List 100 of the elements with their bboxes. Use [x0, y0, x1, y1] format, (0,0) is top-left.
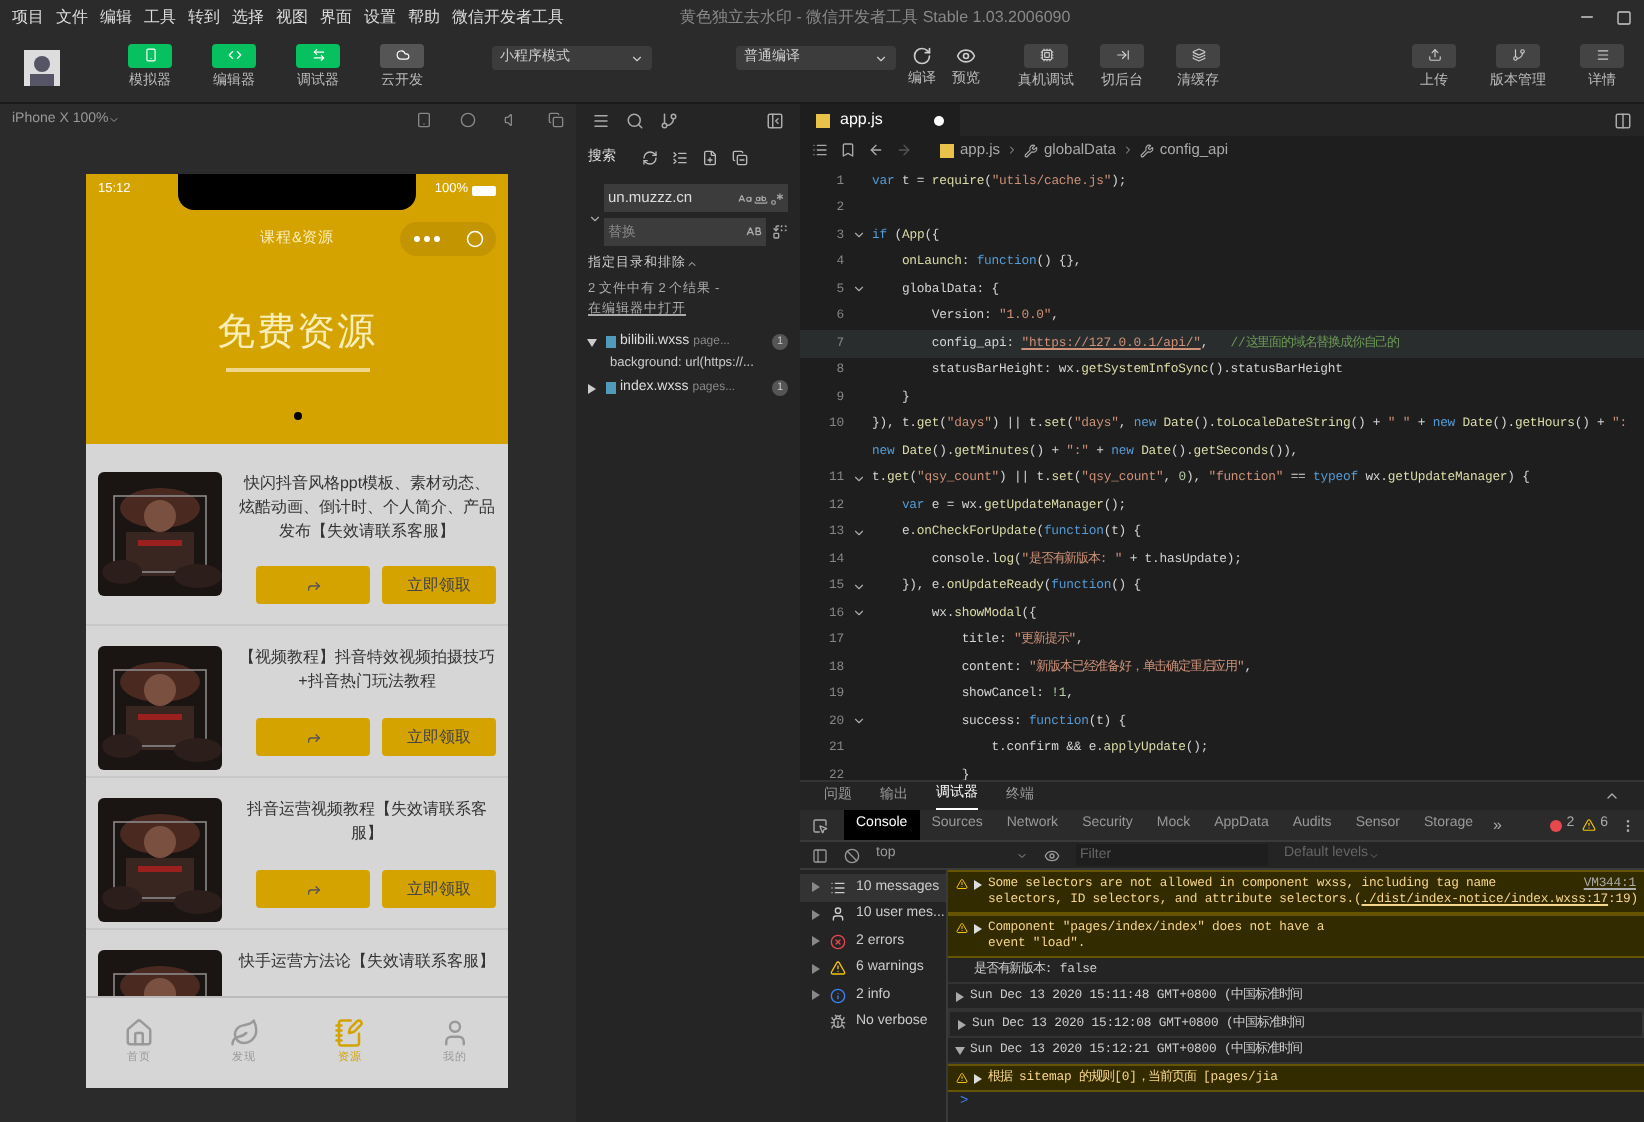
- bookmark-icon[interactable]: [840, 142, 856, 158]
- banner-title: 免费资源: [217, 310, 377, 358]
- outline-icon[interactable]: [812, 142, 828, 158]
- inspect-icon[interactable]: [812, 817, 828, 833]
- view-toggle[interactable]: [212, 43, 256, 68]
- caret-icon[interactable]: [686, 257, 698, 270]
- fold-icon[interactable]: [851, 606, 865, 621]
- refresh-icon[interactable]: [912, 45, 932, 66]
- expand-icon[interactable]: [956, 991, 964, 1001]
- editor-tab[interactable]: app.js: [800, 104, 960, 136]
- menu-icon: [1595, 48, 1609, 63]
- menu-item[interactable]: 工具: [144, 5, 176, 29]
- separator-icon: [1006, 144, 1019, 156]
- branch-icon[interactable]: [660, 111, 678, 129]
- expand-icon[interactable]: [974, 1073, 982, 1083]
- upload-icon: [1427, 48, 1441, 63]
- avatar-icon[interactable]: [24, 50, 60, 86]
- phone-icon: [143, 48, 157, 63]
- cloud-icon: [395, 48, 409, 63]
- share-icon: [305, 577, 321, 593]
- fold-icon[interactable]: [851, 471, 865, 486]
- view-toggle[interactable]: [296, 43, 340, 68]
- match-case-icon[interactable]: [738, 191, 752, 205]
- warning-icon: [956, 1072, 968, 1084]
- tool-button[interactable]: [1176, 43, 1220, 68]
- clear-icon[interactable]: [672, 150, 688, 166]
- claim-button[interactable]: 立即领取: [382, 566, 496, 604]
- collapse-all-icon[interactable]: [732, 150, 748, 166]
- tool-button[interactable]: [1496, 43, 1540, 68]
- record-icon[interactable]: [460, 112, 476, 128]
- back-icon[interactable]: [868, 142, 884, 158]
- menu-item[interactable]: 编辑: [100, 5, 132, 29]
- fold-icon[interactable]: [851, 579, 865, 594]
- menu-item[interactable]: 转到: [188, 5, 220, 29]
- view-toggle[interactable]: [380, 43, 424, 68]
- expand-icon[interactable]: [955, 1046, 965, 1054]
- chevron-icon[interactable]: [588, 212, 602, 226]
- menu-item[interactable]: 视图: [276, 5, 308, 29]
- code-icon: [227, 48, 241, 63]
- capsule-button[interactable]: [400, 221, 496, 255]
- wrench-icon: [1024, 143, 1039, 157]
- collapse-icon[interactable]: [766, 111, 784, 129]
- share-icon: [305, 729, 321, 745]
- view-toggle[interactable]: [128, 43, 172, 68]
- device-icon[interactable]: [416, 112, 432, 128]
- collapse-panel-icon[interactable]: [1604, 788, 1620, 804]
- new-file-icon[interactable]: [702, 150, 718, 166]
- expand-icon[interactable]: [812, 936, 820, 947]
- claim-button[interactable]: 立即领取: [382, 870, 496, 908]
- person-icon: [440, 1018, 471, 1049]
- caret-icon: [108, 114, 121, 126]
- branch-icon: [1511, 48, 1525, 63]
- layers-icon: [1191, 48, 1205, 63]
- window-icon[interactable]: [548, 112, 564, 128]
- expand-icon[interactable]: [812, 990, 820, 1001]
- sidebar-icon[interactable]: [812, 847, 828, 863]
- tool-button[interactable]: [1580, 43, 1624, 68]
- explorer-icon[interactable]: [592, 111, 610, 129]
- clear-console-icon[interactable]: [844, 847, 860, 863]
- close-mini-icon: [465, 229, 483, 247]
- fold-icon[interactable]: [851, 525, 865, 540]
- split-icon[interactable]: [1614, 111, 1632, 129]
- tool-button[interactable]: [1100, 43, 1144, 68]
- expand-icon[interactable]: [812, 909, 820, 920]
- menu-item[interactable]: 设置: [364, 5, 396, 29]
- expand-icon[interactable]: [588, 383, 596, 393]
- notebook-icon: [334, 1018, 365, 1049]
- fold-icon[interactable]: [851, 714, 865, 729]
- expand-icon[interactable]: [812, 963, 820, 974]
- person-icon: [830, 906, 846, 923]
- tool-button[interactable]: [1024, 43, 1068, 68]
- menu-item[interactable]: 选择: [232, 5, 264, 29]
- refresh-icon[interactable]: [642, 150, 658, 166]
- tool-button[interactable]: [1412, 43, 1456, 68]
- expand-icon[interactable]: [974, 879, 982, 889]
- menu-item[interactable]: 微信开发者工具: [452, 5, 564, 29]
- eye-icon[interactable]: [956, 45, 976, 66]
- chip-icon: [1039, 48, 1053, 63]
- claim-button[interactable]: 立即领取: [382, 718, 496, 756]
- menu-item[interactable]: 帮助: [408, 5, 440, 29]
- menu-item[interactable]: 文件: [56, 5, 88, 29]
- regex-icon[interactable]: [770, 191, 784, 205]
- caret-icon: [874, 51, 888, 65]
- fold-icon[interactable]: [851, 228, 865, 243]
- more-tabs[interactable]: »: [1493, 813, 1502, 837]
- replace-all-icon[interactable]: [772, 224, 788, 240]
- resource-title: 快闪抖音风格ppt模板、素材动态、炫酷动画、倒计时、个人简介、产品发布【失效请联系客服】: [238, 472, 496, 544]
- warning-icon: [956, 878, 968, 890]
- expand-icon[interactable]: [587, 338, 597, 347]
- menu-item[interactable]: 项目: [12, 5, 44, 29]
- eye-icon[interactable]: [1044, 847, 1060, 863]
- battery-icon: [472, 185, 496, 195]
- search-icon[interactable]: [626, 111, 644, 129]
- expand-icon[interactable]: [974, 923, 982, 933]
- fold-icon[interactable]: [851, 282, 865, 297]
- menu-item[interactable]: 界面: [320, 5, 352, 29]
- whole-word-icon[interactable]: [754, 191, 768, 205]
- expand-icon[interactable]: [958, 1019, 966, 1029]
- maximize-icon[interactable]: [1616, 9, 1632, 25]
- preserve-case-icon[interactable]: [746, 224, 762, 240]
